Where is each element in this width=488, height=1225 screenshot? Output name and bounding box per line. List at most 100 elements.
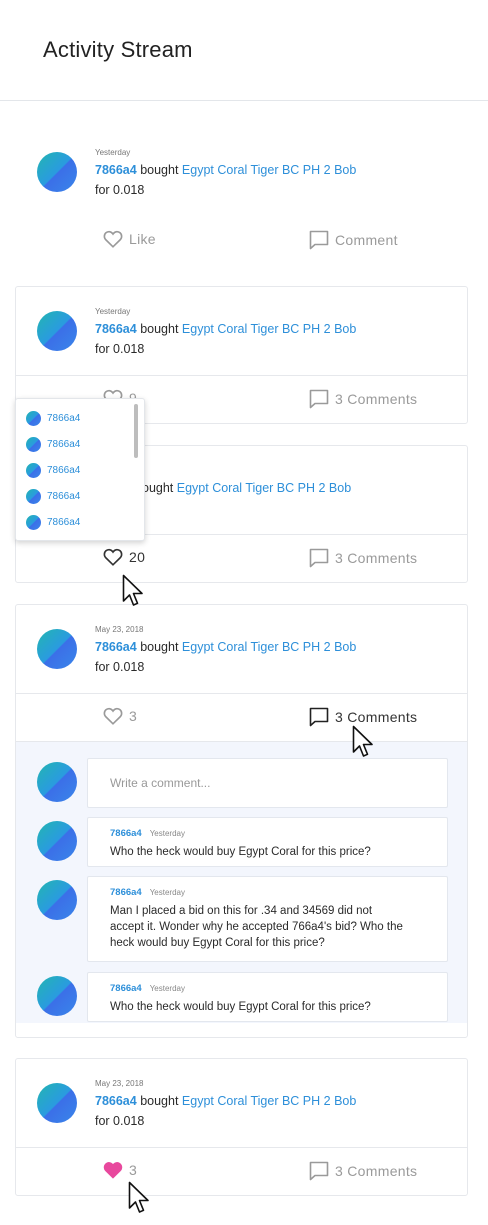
comment-author[interactable]: 7866a4 [110, 828, 142, 839]
like-label: Like [129, 231, 156, 247]
comment-button[interactable]: Comment [309, 230, 398, 250]
heart-icon [103, 230, 123, 248]
item-link[interactable]: Egypt Coral Tiger BC PH 2 Bob [177, 481, 351, 495]
avatar[interactable] [37, 629, 77, 669]
avatar[interactable] [37, 311, 77, 351]
avatar[interactable] [37, 976, 77, 1016]
like-button[interactable]: 3 [103, 1161, 137, 1179]
cursor-arrow-icon [128, 1181, 149, 1213]
item-link[interactable]: Egypt Coral Tiger BC PH 2 Bob [182, 1094, 356, 1108]
comment-button[interactable]: 3 Comments [309, 707, 417, 727]
comment-time: Yesterday [149, 829, 185, 838]
avatar[interactable] [37, 762, 77, 802]
activity-card: May 23, 2018 7866a4 bought Egypt Coral T… [15, 1058, 468, 1196]
comment-item: 7866a4 Yesterday Who the heck would buy E… [87, 817, 448, 867]
comment-button[interactable]: 3 Comments [309, 389, 417, 409]
comment-text: Man I placed a bid on this for .34 and 3… [110, 905, 403, 949]
comment-author[interactable]: 7866a4 [110, 983, 142, 994]
item-link[interactable]: Egypt Coral Tiger BC PH 2 Bob [182, 640, 356, 654]
like-count: 3 [129, 708, 138, 724]
avatar [26, 437, 41, 452]
liker-item[interactable]: 7866a4 [26, 437, 80, 452]
activity-verb: ought [142, 481, 174, 495]
comment-input-box [87, 758, 448, 808]
activity-text: ought Egypt Coral Tiger BC PH 2 Bob [142, 481, 351, 495]
activity-price: for 0.018 [95, 1114, 145, 1128]
activity-price: for 0.018 [95, 342, 145, 356]
heart-icon [103, 707, 123, 725]
user-link[interactable]: 7866a4 [95, 163, 137, 177]
comment-item: 7866a4 Yesterday Man I placed a bid on th… [87, 876, 448, 962]
like-button[interactable]: 3 [103, 707, 137, 725]
comment-meta: 7866a4 Yesterday [110, 887, 185, 898]
activity-date: Yesterday [95, 307, 131, 316]
comment-text: Who the heck would buy Egypt Coral for t… [110, 1001, 371, 1013]
comment-meta: 7866a4 Yesterday [110, 828, 185, 839]
comment-icon [309, 707, 329, 727]
activity-text: 7866a4 bought Egypt Coral Tiger BC PH 2 … [95, 1094, 356, 1108]
liker-item[interactable]: 7866a4 [26, 411, 80, 426]
activity-date: May 23, 2018 [95, 1079, 144, 1088]
page-title: Activity Stream [43, 37, 193, 62]
comment-count: 3 Comments [335, 1163, 418, 1179]
user-link[interactable]: 7866a4 [95, 640, 137, 654]
app-header: Activity Stream [0, 0, 488, 101]
activity-price: for 0.018 [95, 660, 145, 674]
user-link[interactable]: 7866a4 [95, 322, 137, 336]
cursor-arrow-icon [122, 574, 143, 606]
item-link[interactable]: Egypt Coral Tiger BC PH 2 Bob [182, 322, 356, 336]
avatar [26, 489, 41, 504]
liker-name: 7866a4 [47, 491, 81, 502]
liker-name: 7866a4 [47, 517, 81, 528]
comment-input[interactable] [88, 759, 447, 807]
comment-button[interactable]: 3 Comments [309, 1161, 417, 1181]
activity-text: 7866a4 bought Egypt Coral Tiger BC PH 2 … [95, 163, 356, 177]
avatar[interactable] [37, 152, 77, 192]
activity-actions: 3 3 Comments [16, 693, 467, 741]
activity-text: 7866a4 bought Egypt Coral Tiger BC PH 2 … [95, 322, 356, 336]
activity-price: for 0.018 [95, 183, 145, 197]
comments-thread: 7866a4 Yesterday Who the heck would buy E… [16, 741, 467, 1023]
avatar[interactable] [37, 1083, 77, 1123]
liker-item[interactable]: 7866a4 [26, 463, 80, 478]
comment-icon [309, 389, 329, 409]
activity-date: May 23, 2018 [95, 625, 144, 634]
user-link[interactable]: 7866a4 [95, 1094, 137, 1108]
comment-count: 3 Comments [335, 391, 418, 407]
activity-verb: bought [140, 640, 179, 654]
comment-meta: 7866a4 Yesterday [110, 983, 185, 994]
comment-text: Who the heck would buy Egypt Coral for t… [110, 846, 371, 858]
like-button[interactable]: Like [103, 230, 156, 248]
avatar[interactable] [37, 821, 77, 861]
avatar [26, 515, 41, 530]
avatar [26, 463, 41, 478]
like-button[interactable]: 20 [103, 548, 145, 566]
like-count: 3 [129, 1162, 138, 1178]
comment-count: 3 Comments [335, 550, 418, 566]
liker-name: 7866a4 [47, 413, 81, 424]
activity-text: 7866a4 bought Egypt Coral Tiger BC PH 2 … [95, 640, 356, 654]
comment-author[interactable]: 7866a4 [110, 887, 142, 898]
liker-item[interactable]: 7866a4 [26, 515, 80, 530]
heart-filled-icon [103, 1162, 123, 1179]
like-count: 20 [129, 549, 146, 565]
avatar[interactable] [37, 880, 77, 920]
comment-button[interactable]: 3 Comments [309, 548, 417, 568]
activity-verb: bought [140, 163, 179, 177]
activity-verb: bought [140, 1094, 179, 1108]
activity-card: May 23, 2018 7866a4 bought Egypt Coral T… [15, 604, 468, 1038]
activity-card: Yesterday 7866a4 bought Egypt Coral Tige… [15, 127, 468, 263]
comment-time: Yesterday [149, 984, 185, 993]
avatar [26, 411, 41, 426]
item-link[interactable]: Egypt Coral Tiger BC PH 2 Bob [182, 163, 356, 177]
cursor-arrow-icon [352, 725, 373, 757]
popup-scrollbar[interactable] [134, 404, 138, 458]
comment-icon [309, 230, 329, 250]
activity-actions: 20 3 Comments [16, 534, 467, 582]
comment-count: 3 Comments [335, 709, 418, 725]
activity-actions: 3 3 Comments [16, 1147, 467, 1195]
comment-icon [309, 548, 329, 568]
liker-item[interactable]: 7866a4 [26, 489, 80, 504]
activity-actions: Like Comment [16, 216, 467, 264]
activity-verb: bought [140, 322, 179, 336]
